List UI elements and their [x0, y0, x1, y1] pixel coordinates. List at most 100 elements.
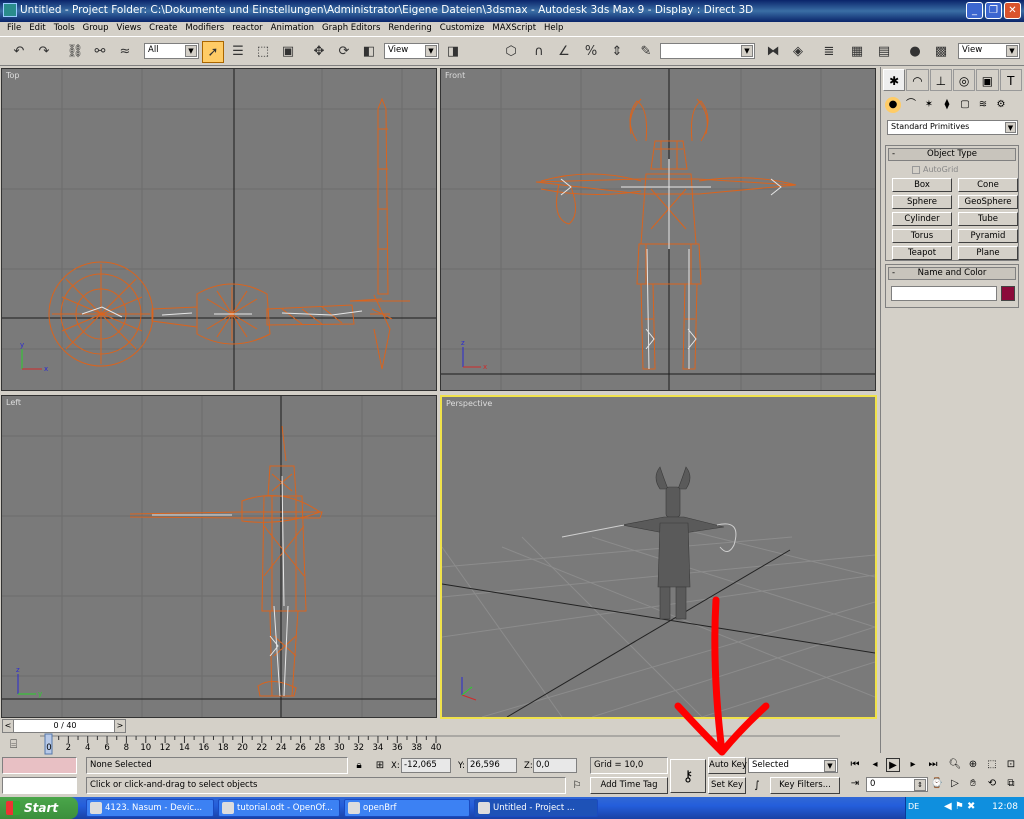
- display-icon[interactable]: ▣: [976, 69, 999, 91]
- goto-end-icon[interactable]: ⏭: [926, 758, 940, 772]
- systems-icon[interactable]: ⚙: [993, 97, 1009, 113]
- unlink-icon[interactable]: ⚯: [89, 41, 111, 63]
- add-time-tag-button[interactable]: Add Time Tag: [590, 777, 668, 794]
- task-openoffice[interactable]: tutorial.odt - OpenOf...: [218, 799, 340, 817]
- play-icon[interactable]: ▶: [886, 758, 900, 772]
- select-object-icon[interactable]: ➚: [202, 41, 224, 63]
- menu-create[interactable]: Create: [146, 22, 182, 36]
- percent-snap-icon[interactable]: %: [580, 41, 602, 63]
- render-view-dropdown[interactable]: View ▼: [958, 43, 1020, 59]
- geosphere-button[interactable]: GeoSphere: [958, 195, 1018, 209]
- rect-select-icon[interactable]: ⬚: [252, 41, 274, 63]
- menu-file[interactable]: File: [4, 22, 26, 36]
- utilities-icon[interactable]: T: [999, 69, 1022, 91]
- lights-icon[interactable]: ✶: [921, 97, 937, 113]
- maximize-viewport-icon[interactable]: ⧉: [1004, 777, 1018, 791]
- fov-icon[interactable]: ▷: [948, 777, 962, 791]
- goto-start-icon[interactable]: ⏮: [848, 758, 862, 772]
- spacewarps-icon[interactable]: ≋: [975, 97, 991, 113]
- chevron-right-icon[interactable]: >: [114, 719, 126, 733]
- box-button[interactable]: Box: [892, 178, 952, 192]
- pan-icon[interactable]: ✋︎: [966, 777, 980, 791]
- task-openbrf[interactable]: openBrf: [344, 799, 470, 817]
- absolute-mode-icon[interactable]: ⊞: [373, 759, 387, 773]
- snap-3d-icon[interactable]: ∩: [528, 41, 550, 63]
- time-slider-track[interactable]: 0 / 40: [2, 719, 126, 733]
- viewport-front[interactable]: Front z x: [440, 68, 876, 391]
- menu-reactor[interactable]: reactor: [229, 22, 267, 36]
- selection-filter-dropdown[interactable]: All ▼: [144, 43, 199, 59]
- zoom-all-icon[interactable]: ⊕: [966, 758, 980, 772]
- geometry-icon[interactable]: ●: [885, 97, 901, 113]
- select-link-icon[interactable]: ⛓: [64, 41, 86, 63]
- lock-icon[interactable]: 🔒︎: [352, 759, 366, 773]
- sphere-button[interactable]: Sphere: [892, 195, 952, 209]
- key-mode-dropdown[interactable]: Selected ▼: [748, 758, 838, 773]
- menu-maxscript[interactable]: MAXScript: [489, 22, 541, 36]
- time-config-icon[interactable]: ⌚: [930, 777, 944, 791]
- object-category-dropdown[interactable]: Standard Primitives ▼: [887, 120, 1018, 135]
- menu-animation[interactable]: Animation: [268, 22, 319, 36]
- render-scene-icon[interactable]: ▩: [930, 41, 952, 63]
- zoom-extents-icon[interactable]: ⬚: [985, 758, 999, 772]
- cameras-icon[interactable]: ⧫: [939, 97, 955, 113]
- menu-views[interactable]: Views: [114, 22, 147, 36]
- autogrid-checkbox[interactable]: AutoGrid: [886, 163, 1018, 176]
- mirror-icon[interactable]: ⧓: [762, 41, 784, 63]
- move-icon[interactable]: ✥: [308, 41, 330, 63]
- zoom-icon[interactable]: 🔍︎: [948, 758, 962, 772]
- key-icon[interactable]: ⚷: [670, 759, 706, 793]
- window-crossing-icon[interactable]: ▣: [277, 41, 299, 63]
- create-icon[interactable]: ✱: [883, 69, 906, 91]
- tangent-icon[interactable]: ∫: [750, 779, 764, 793]
- rotate-icon[interactable]: ⟳: [333, 41, 355, 63]
- name-color-rollout-header[interactable]: - Name and Color: [888, 267, 1016, 280]
- plane-button[interactable]: Plane: [958, 246, 1018, 260]
- key-mode-toggle-icon[interactable]: ⇥: [848, 777, 862, 791]
- viewport-top[interactable]: Top yx: [1, 68, 437, 391]
- task-winamp[interactable]: 4123. Nasum - Devic...: [86, 799, 214, 817]
- zoom-extents-all-icon[interactable]: ⊡: [1004, 758, 1018, 772]
- object-type-rollout-header[interactable]: - Object Type: [888, 148, 1016, 161]
- z-coordinate[interactable]: 0,0: [533, 758, 577, 773]
- pivot-icon[interactable]: ◨: [442, 41, 464, 63]
- teapot-button[interactable]: Teapot: [892, 246, 952, 260]
- shapes-icon[interactable]: ⌒: [903, 97, 919, 113]
- object-color-swatch[interactable]: [1001, 286, 1015, 301]
- language-indicator[interactable]: DE: [908, 802, 919, 811]
- x-coordinate[interactable]: -12,065: [401, 758, 451, 773]
- track-bar[interactable]: ⌸ 0 2 4 6 8 10 12 14 16 18 20 22 24 26 28 30 32 34 36 38 40: [0, 733, 880, 755]
- manipulate-icon[interactable]: ⬡: [500, 41, 522, 63]
- menu-group[interactable]: Group: [80, 22, 114, 36]
- menu-edit[interactable]: Edit: [26, 22, 50, 36]
- curve-editor-icon[interactable]: ▦: [846, 41, 868, 63]
- maximize-icon[interactable]: ❐: [985, 2, 1002, 19]
- layer-manager-icon[interactable]: ≣: [818, 41, 840, 63]
- angle-snap-icon[interactable]: ∠: [553, 41, 575, 63]
- material-editor-icon[interactable]: ●: [904, 41, 926, 63]
- menu-rendering[interactable]: Rendering: [385, 22, 436, 36]
- cylinder-button[interactable]: Cylinder: [892, 212, 952, 226]
- viewport-left[interactable]: Left zy: [1, 395, 437, 718]
- key-filters-button[interactable]: Key Filters...: [770, 777, 840, 794]
- menu-graph-editors[interactable]: Graph Editors: [319, 22, 385, 36]
- current-frame-spinner[interactable]: 0 ⇕: [866, 777, 928, 792]
- schematic-view-icon[interactable]: ▤: [873, 41, 895, 63]
- task-3dsmax[interactable]: Untitled - Project ...: [474, 799, 598, 817]
- menu-modifiers[interactable]: Modifiers: [182, 22, 229, 36]
- modify-icon[interactable]: ◠: [906, 69, 929, 91]
- next-frame-icon[interactable]: ▸: [906, 758, 920, 772]
- auto-key-button[interactable]: Auto Key: [708, 757, 747, 774]
- align-icon[interactable]: ◈: [787, 41, 809, 63]
- cone-button[interactable]: Cone: [958, 178, 1018, 192]
- orbit-icon[interactable]: ⟲: [985, 777, 999, 791]
- hierarchy-icon[interactable]: ⊥: [929, 69, 952, 91]
- object-name-input[interactable]: [891, 286, 997, 301]
- bind-spacewarp-icon[interactable]: ≈: [114, 41, 136, 63]
- menu-customize[interactable]: Customize: [437, 22, 490, 36]
- ref-coord-dropdown[interactable]: View ▼: [384, 43, 439, 59]
- y-coordinate[interactable]: 26,596: [467, 758, 517, 773]
- edit-named-sel-icon[interactable]: ✎: [635, 41, 657, 63]
- spinner-snap-icon[interactable]: ⇕: [606, 41, 628, 63]
- chevron-left-icon[interactable]: <: [2, 719, 14, 733]
